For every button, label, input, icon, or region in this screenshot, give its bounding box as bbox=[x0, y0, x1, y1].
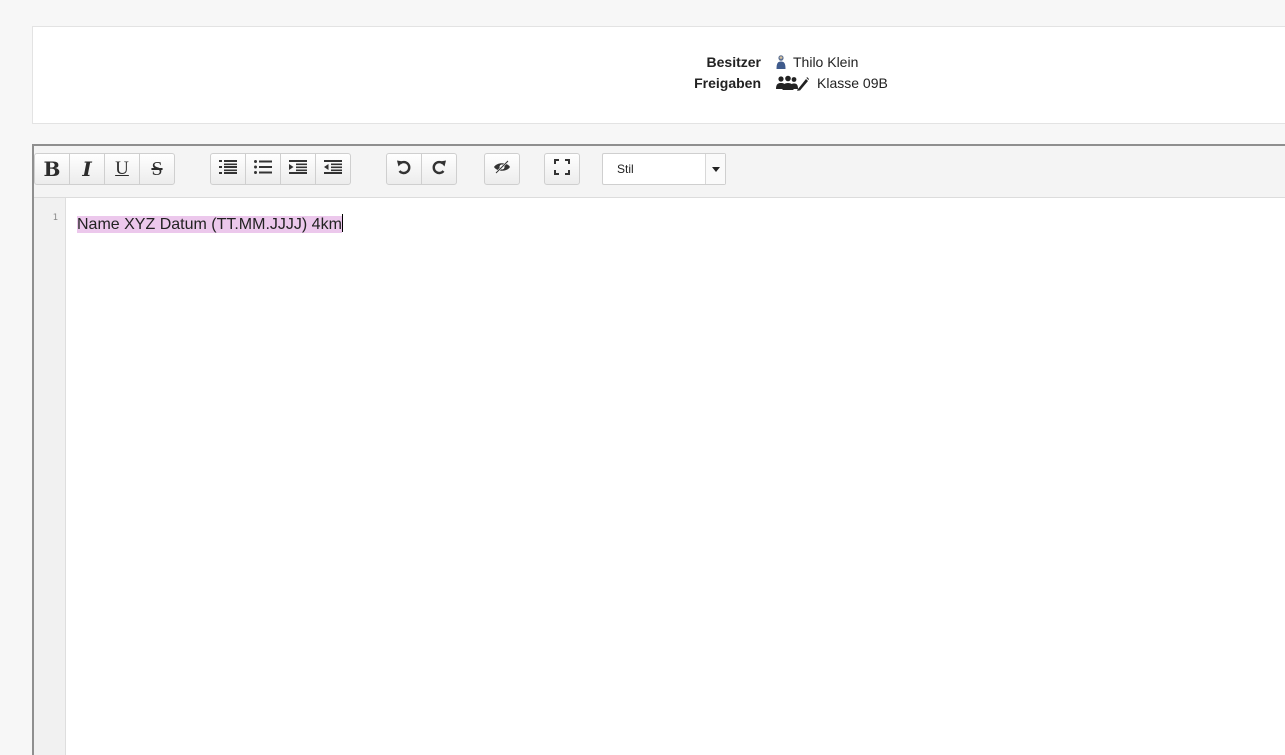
owner-value: Thilo Klein bbox=[775, 53, 888, 71]
highlighted-text[interactable]: Name XYZ Datum (TT.MM.JJJJ) 4km bbox=[77, 216, 342, 233]
chevron-down-icon bbox=[705, 154, 725, 184]
person-icon bbox=[775, 54, 787, 70]
preview-toggle-button[interactable] bbox=[484, 153, 520, 185]
text-cursor bbox=[341, 214, 343, 232]
shares-name: Klasse 09B bbox=[817, 75, 888, 91]
outdent-icon bbox=[324, 159, 342, 180]
indent-button[interactable] bbox=[280, 153, 316, 185]
redo-icon bbox=[431, 159, 447, 180]
preview-group bbox=[484, 153, 520, 185]
shares-label: Freigaben bbox=[694, 75, 761, 91]
line-number: 1 bbox=[52, 213, 58, 223]
unordered-list-icon bbox=[254, 159, 272, 180]
underline-icon: U bbox=[115, 158, 129, 179]
line-number-gutter: 1 bbox=[34, 198, 66, 755]
style-select[interactable]: Stil bbox=[602, 153, 726, 185]
unordered-list-button[interactable] bbox=[245, 153, 281, 185]
italic-button[interactable]: I bbox=[69, 153, 105, 185]
strikethrough-icon: S bbox=[151, 157, 163, 180]
outdent-button[interactable] bbox=[315, 153, 351, 185]
editor-line[interactable]: Name XYZ Datum (TT.MM.JJJJ) 4km bbox=[77, 214, 343, 235]
fullscreen-group bbox=[544, 153, 580, 185]
group-edit-icon bbox=[775, 75, 811, 91]
redo-button[interactable] bbox=[421, 153, 457, 185]
editor-content[interactable]: 1 Name XYZ Datum (TT.MM.JJJJ) 4km bbox=[34, 198, 1285, 755]
style-select-value: Stil bbox=[617, 162, 634, 176]
shares-value: Klasse 09B bbox=[775, 74, 888, 92]
document-meta: Besitzer Thilo Klein Freigaben Klasse 09… bbox=[653, 53, 888, 92]
undo-button[interactable] bbox=[386, 153, 422, 185]
owner-name: Thilo Klein bbox=[793, 54, 859, 70]
list-indent-group bbox=[210, 153, 351, 185]
editor-toolbar: B I U S Stil bbox=[34, 146, 1285, 198]
ordered-list-button[interactable] bbox=[210, 153, 246, 185]
strikethrough-button[interactable]: S bbox=[139, 153, 175, 185]
document-info-panel: Besitzer Thilo Klein Freigaben Klasse 09… bbox=[32, 26, 1285, 124]
bold-button[interactable]: B bbox=[34, 153, 70, 185]
text-format-group: B I U S bbox=[34, 153, 175, 185]
history-group bbox=[386, 153, 457, 185]
indent-icon bbox=[289, 159, 307, 180]
markdown-editor: B I U S Stil 1 Name XYZ Datum (TT.MM.JJJ… bbox=[32, 144, 1285, 755]
owner-label: Besitzer bbox=[706, 54, 761, 70]
undo-icon bbox=[396, 159, 412, 180]
ordered-list-icon bbox=[219, 159, 237, 180]
bold-icon: B bbox=[43, 157, 61, 181]
fullscreen-button[interactable] bbox=[544, 153, 580, 185]
fullscreen-icon bbox=[554, 158, 570, 180]
preview-toggle-icon bbox=[493, 159, 511, 179]
italic-icon: I bbox=[82, 157, 92, 181]
underline-button[interactable]: U bbox=[104, 153, 140, 185]
